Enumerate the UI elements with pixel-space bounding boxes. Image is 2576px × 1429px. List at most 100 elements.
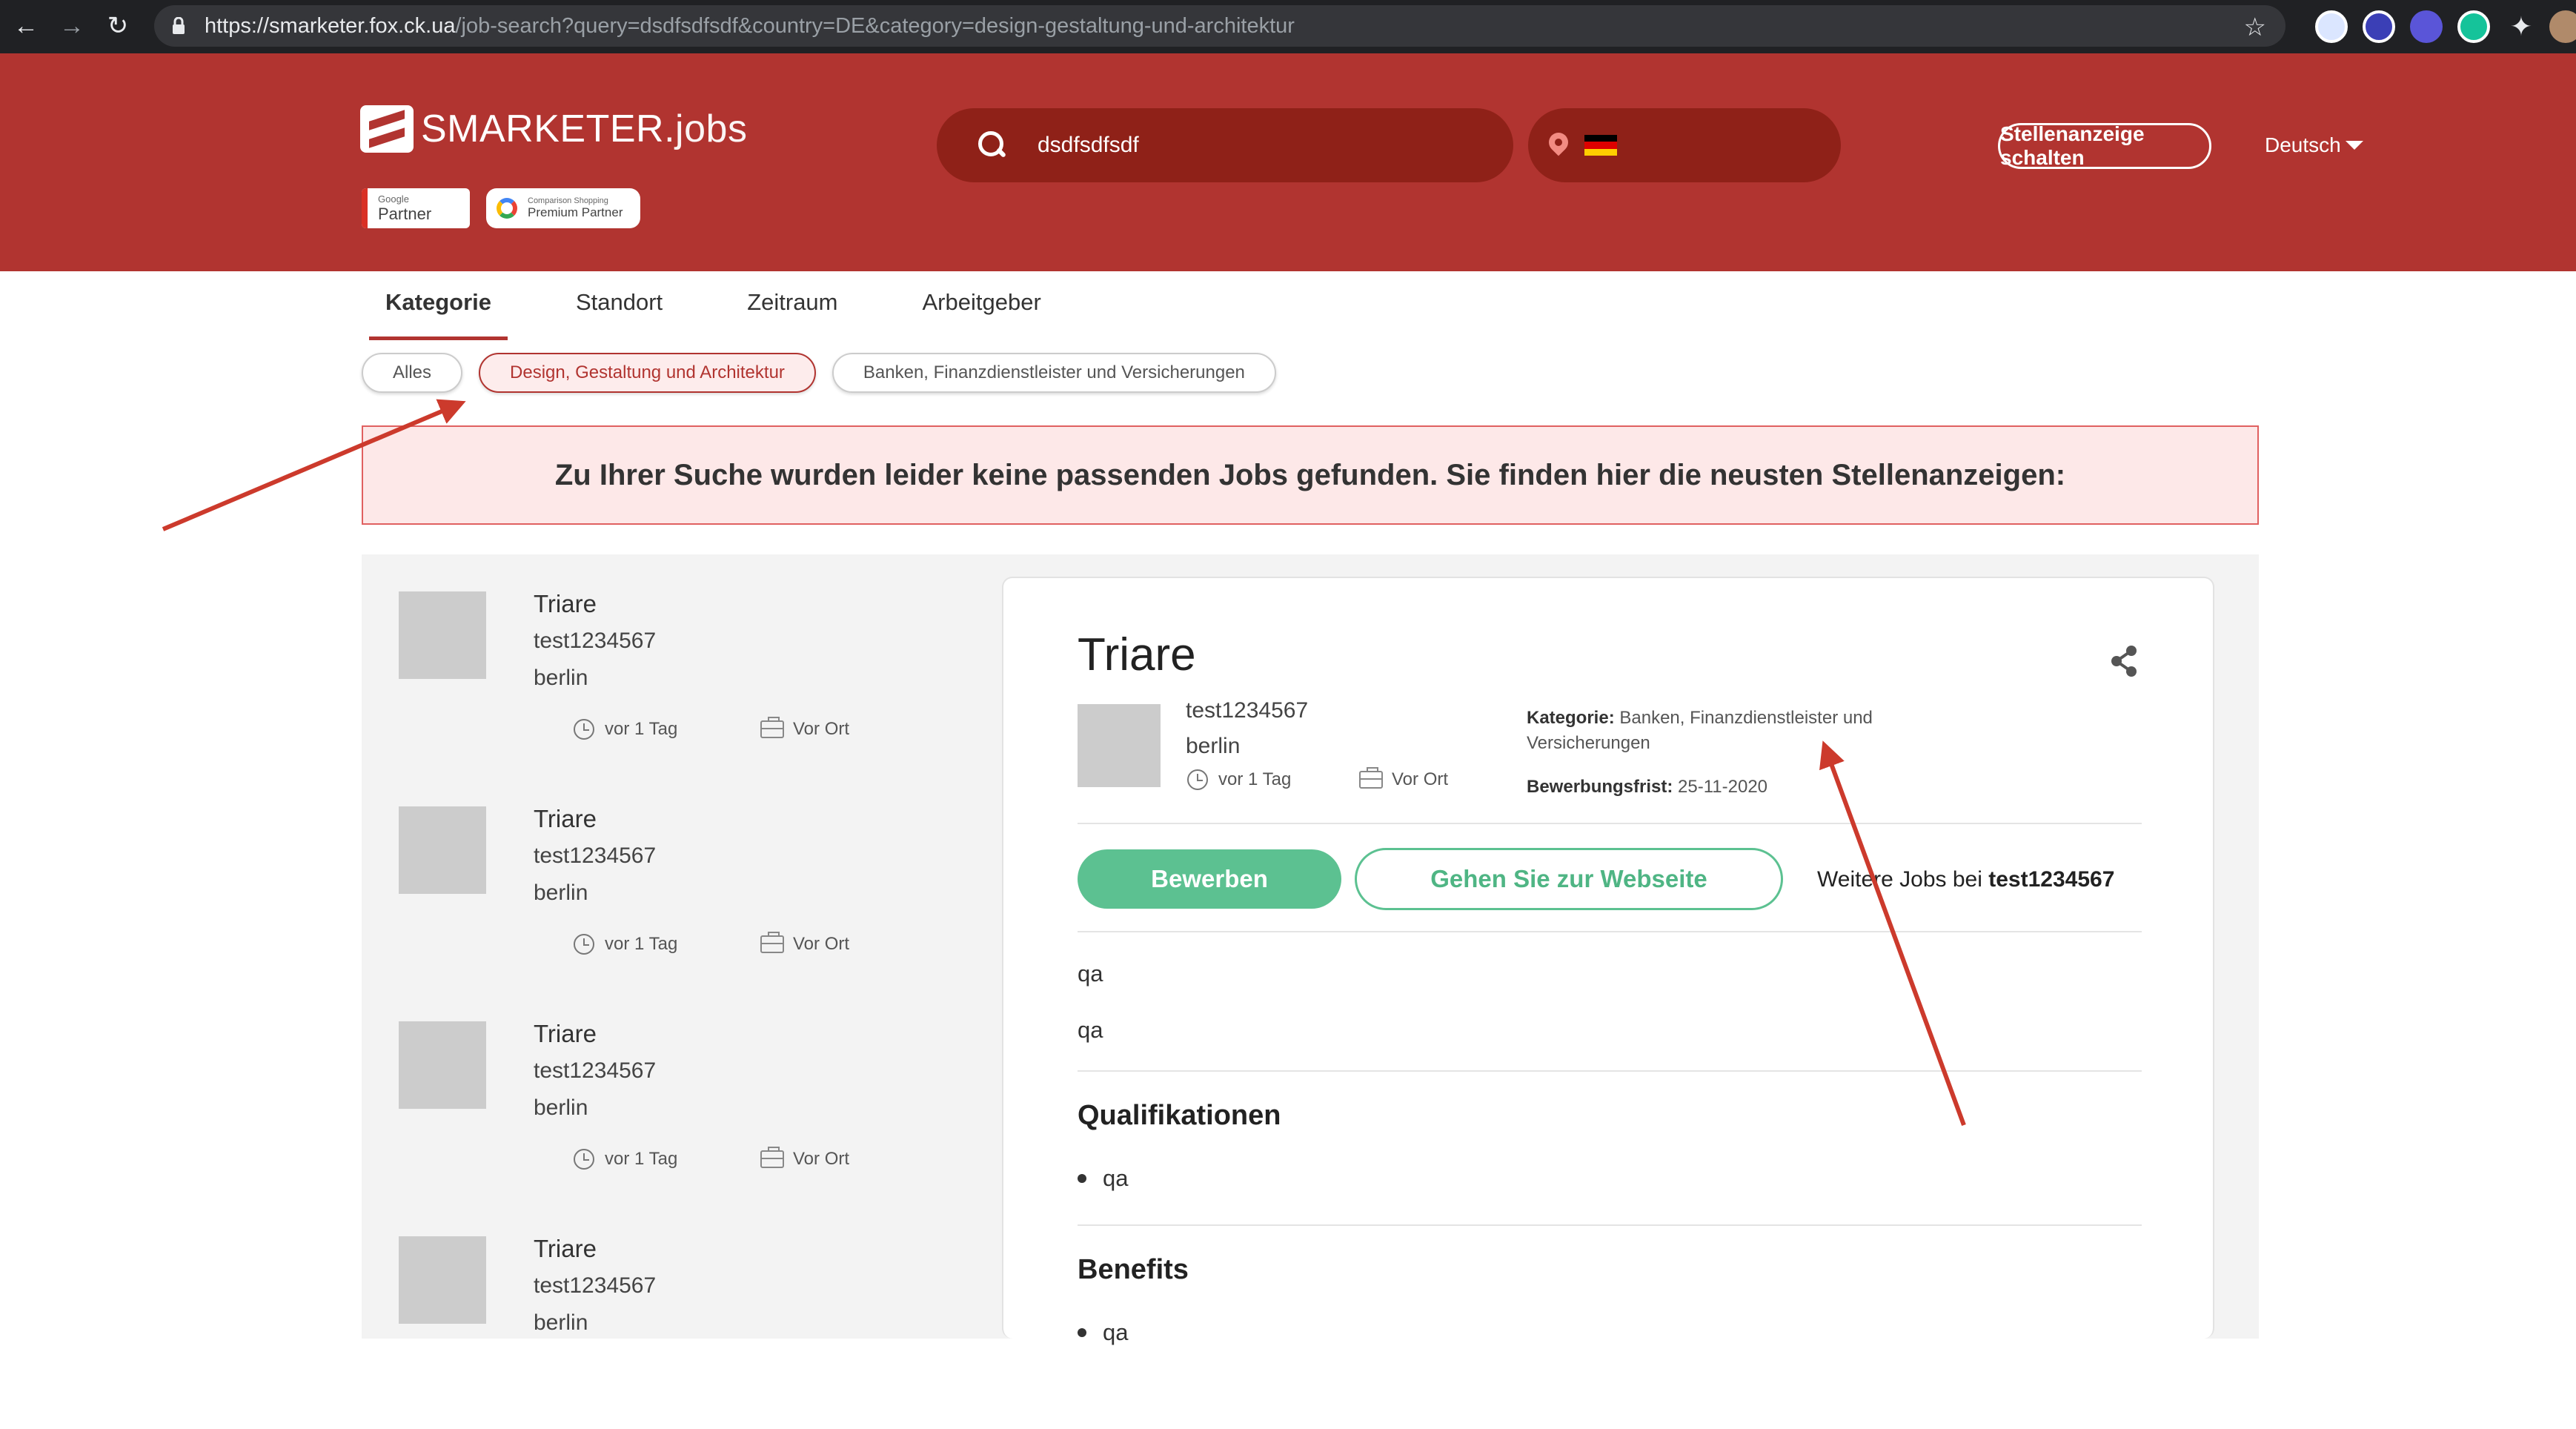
job-location: berlin — [534, 881, 588, 905]
divider — [1078, 1070, 2142, 1072]
tab-zeitraum[interactable]: Zeitraum — [731, 289, 854, 340]
location-pin-icon — [1549, 133, 1568, 158]
chip-design[interactable]: Design, Gestaltung und Architektur — [479, 353, 816, 393]
site-header: SMARKETER.jobs Google Partner Comparison… — [0, 53, 2576, 271]
job-company: test1234567 — [534, 1058, 657, 1083]
detail-title: Triare — [1078, 629, 1196, 680]
briefcase-icon — [760, 717, 784, 738]
search-input[interactable] — [1038, 133, 1482, 158]
divider — [1078, 1224, 2142, 1226]
extension-icon[interactable] — [2315, 10, 2348, 43]
posted-text: vor 1 Tag — [1218, 769, 1292, 789]
job-location: berlin — [534, 1310, 588, 1335]
qualifications-heading: Qualifikationen — [1078, 1100, 1281, 1131]
briefcase-icon — [760, 932, 784, 953]
deadline-value: 25-11-2020 — [1678, 777, 1768, 797]
germany-flag-icon[interactable] — [1584, 135, 1617, 156]
back-arrow-icon[interactable]: ← — [7, 7, 44, 44]
caret-down-icon — [2345, 141, 2363, 150]
category-chips: Alles Design, Gestaltung und Architektur… — [362, 353, 1292, 393]
description-line: qa — [1078, 961, 1103, 987]
posted-meta: vor 1 Tag — [574, 719, 677, 740]
badge-line1: Google — [378, 193, 409, 205]
tab-arbeitgeber[interactable]: Arbeitgeber — [906, 289, 1058, 340]
company-logo-placeholder — [399, 1021, 486, 1109]
clock-icon — [1187, 769, 1208, 790]
posted-meta: vor 1 Tag — [574, 1149, 677, 1170]
briefcase-icon — [1359, 767, 1383, 789]
language-label: Deutsch — [2265, 133, 2341, 156]
divider — [1078, 823, 2142, 824]
chip-alles[interactable]: Alles — [362, 353, 463, 393]
chip-banken[interactable]: Banken, Finanzdienstleister und Versiche… — [831, 353, 1276, 393]
badge-line2: Partner — [378, 204, 432, 223]
puzzle-extensions-icon[interactable]: ✦ — [2505, 10, 2537, 43]
posted-meta: vor 1 Tag — [574, 934, 677, 955]
logo-mark-icon — [360, 105, 414, 153]
tab-standort[interactable]: Standort — [560, 289, 679, 340]
posted-text: vor 1 Tag — [605, 719, 678, 739]
job-company: test1234567 — [534, 843, 657, 868]
more-jobs-link[interactable]: Weitere Jobs bei test1234567 — [1817, 867, 2114, 892]
logo-suffix: .jobs — [664, 107, 748, 150]
type-meta: Vor Ort — [760, 1147, 849, 1170]
clock-icon — [574, 934, 594, 955]
reload-icon[interactable]: ↻ — [99, 7, 136, 44]
bookmark-star-icon[interactable]: ☆ — [2244, 13, 2266, 42]
google-g-icon — [497, 198, 517, 219]
extension-icon[interactable] — [2410, 10, 2443, 43]
lock-icon — [173, 17, 185, 34]
type-text: Vor Ort — [793, 934, 850, 954]
list-item[interactable]: Triare test1234567 berlin vor 1 Tag Vor … — [399, 805, 947, 999]
list-item[interactable]: Triare test1234567 berlin vor 1 Tag Vor … — [399, 1020, 947, 1214]
company-logo-placeholder — [399, 591, 486, 679]
google-partner-badge: Google Partner — [362, 188, 470, 228]
company-logo-placeholder — [399, 806, 486, 894]
more-jobs-prefix: Weitere Jobs bei — [1817, 867, 1982, 892]
address-bar[interactable]: https://smarketer.fox.ck.ua/job-search?q… — [154, 5, 2285, 47]
apply-button[interactable]: Bewerben — [1078, 849, 1341, 909]
posted-meta: vor 1 Tag — [1187, 769, 1291, 790]
category-label: Kategorie: — [1527, 708, 1615, 728]
job-company: test1234567 — [534, 1273, 657, 1298]
post-job-button[interactable]: Stellenanzeige schalten — [1998, 122, 2211, 169]
list-item[interactable]: Triare test1234567 berlin vor 1 Tag Vor … — [399, 590, 947, 784]
benefit-item: qa — [1078, 1319, 1128, 1346]
url-path: /job-search?query=dsdfsdfsdf&country=DE&… — [455, 13, 1295, 38]
no-results-notice: Zu Ihrer Suche wurden leider keine passe… — [362, 425, 2259, 525]
url-host: https://smarketer.fox.ck.ua — [205, 13, 456, 38]
job-title: Triare — [534, 1235, 597, 1262]
avatar[interactable] — [2549, 10, 2576, 43]
css-premium-partner-badge: Comparison Shopping Premium Partner — [486, 188, 640, 228]
browser-toolbar: ← → ↻ https://smarketer.fox.ck.ua/job-se… — [0, 0, 2576, 53]
location-box[interactable] — [1528, 108, 1841, 182]
clock-icon — [574, 719, 594, 740]
job-detail-panel: Triare test1234567 berlin vor 1 Tag Vor … — [1002, 577, 2214, 1345]
type-text: Vor Ort — [793, 719, 850, 739]
company-logo-placeholder — [399, 1236, 486, 1324]
detail-company: test1234567 — [1186, 698, 1309, 723]
website-button[interactable]: Gehen Sie zur Webseite — [1355, 848, 1783, 910]
posted-text: vor 1 Tag — [605, 1149, 678, 1169]
grammarly-icon[interactable] — [2457, 10, 2490, 43]
extension-icon[interactable] — [2363, 10, 2395, 43]
language-selector[interactable]: Deutsch — [2265, 133, 2363, 157]
company-logo-placeholder — [1078, 704, 1161, 787]
logo[interactable]: SMARKETER.jobs — [360, 105, 747, 153]
search-icon[interactable] — [978, 131, 1006, 159]
search-box[interactable] — [937, 108, 1513, 182]
type-meta: Vor Ort — [760, 717, 850, 740]
deadline-label: Bewerbungsfrist: — [1527, 777, 1673, 797]
more-jobs-company: test1234567 — [1988, 867, 2115, 892]
list-item[interactable]: Triare test1234567 berlin — [399, 1235, 947, 1429]
type-text: Vor Ort — [1392, 769, 1449, 789]
description-line: qa — [1078, 1017, 1103, 1043]
share-icon[interactable] — [2109, 645, 2139, 677]
filter-tabs: Kategorie Standort Zeitraum Arbeitgeber — [369, 289, 1109, 340]
forward-arrow-icon[interactable]: → — [53, 7, 90, 44]
job-company: test1234567 — [534, 629, 657, 653]
divider — [1078, 931, 2142, 932]
tab-kategorie[interactable]: Kategorie — [369, 289, 508, 340]
job-title: Triare — [534, 590, 597, 617]
detail-location: berlin — [1186, 734, 1241, 758]
